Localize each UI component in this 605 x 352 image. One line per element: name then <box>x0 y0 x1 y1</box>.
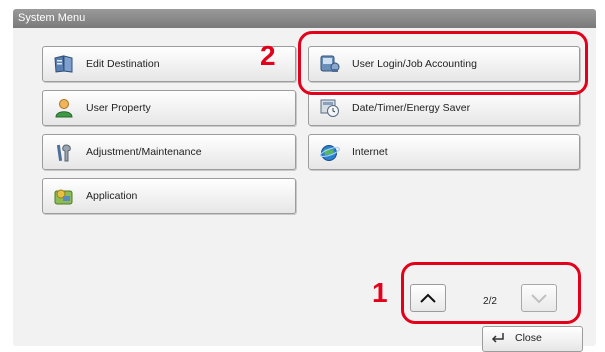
tools-icon <box>53 142 75 162</box>
menu-item-label: Application <box>86 190 138 202</box>
internet-button[interactable]: Internet <box>308 134 580 170</box>
menu-item-label: Edit Destination <box>86 58 160 70</box>
user-property-button[interactable]: User Property <box>42 90 296 126</box>
close-button[interactable]: Close <box>482 326 583 352</box>
callout-number-1: 1 <box>372 277 388 308</box>
date-timer-energy-saver-button[interactable]: Date/Timer/Energy Saver <box>308 90 580 126</box>
menu-item-label: Date/Timer/Energy Saver <box>352 102 471 114</box>
globe-icon <box>319 142 341 162</box>
close-label: Close <box>515 332 542 344</box>
clock-icon <box>319 98 341 118</box>
application-button[interactable]: Application <box>42 178 296 214</box>
edit-destination-button[interactable]: Edit Destination <box>42 46 296 82</box>
user-person-icon <box>53 98 75 118</box>
callout-number-2: 2 <box>260 40 276 71</box>
return-arrow-icon <box>491 333 504 343</box>
application-icon <box>53 186 75 206</box>
adjustment-maintenance-button[interactable]: Adjustment/Maintenance <box>42 134 296 170</box>
menu-item-label: User Property <box>86 102 151 114</box>
callout-highlight-user-login <box>298 31 588 95</box>
callout-highlight-pagination <box>401 262 581 324</box>
menu-item-label: Internet <box>352 146 388 158</box>
menu-item-label: Adjustment/Maintenance <box>86 146 202 158</box>
address-book-icon <box>53 54 75 74</box>
window-title: System Menu <box>13 9 596 28</box>
